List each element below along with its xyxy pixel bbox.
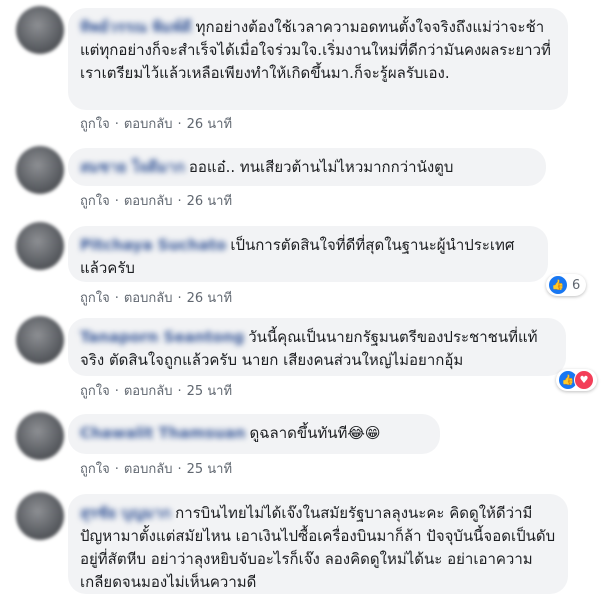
comment-author[interactable]: Tanaporn Seantong (80, 326, 244, 349)
comment-actions: ถูกใจ · ตอบกลับ · 25 นาที (80, 462, 233, 477)
comment-author[interactable]: Chawalit Thamsuan (80, 422, 246, 445)
comment-bubble: สมชาย ใจดีมาก ออแอ๋.. ทนเสียวต้านไม่ไหวมา… (68, 148, 546, 186)
comment-author[interactable]: สมชาย ใจดีมาก (80, 156, 185, 179)
reply-link[interactable]: ตอบกลับ (124, 462, 173, 477)
like-link[interactable]: ถูกใจ (80, 194, 110, 209)
like-link[interactable]: ถูกใจ (80, 291, 110, 306)
comment-text: ออแอ๋.. ทนเสียวต้านไม่ไหวมากกว่านังตูบ (188, 158, 454, 176)
comment-time[interactable]: 26 นาที (187, 117, 232, 132)
comment-bubble: สุรชัย บุญมาก การบินไทยไม่ได้เจ๊งในสมัยรั… (68, 494, 568, 594)
reactions-summary[interactable]: 👍 ♥ (556, 369, 597, 391)
reaction-count: 6 (572, 277, 581, 293)
comment-bubble: Pitchaya Suchato เป็นการตัดสินใจที่ดีที่ส… (68, 226, 548, 282)
comment-author[interactable]: สุรชัย บุญมาก (80, 502, 171, 525)
comment-time[interactable]: 25 นาที (187, 384, 232, 399)
avatar[interactable] (16, 6, 64, 54)
like-link[interactable]: ถูกใจ (80, 384, 110, 399)
reply-link[interactable]: ตอบกลับ (124, 194, 173, 209)
avatar[interactable] (16, 222, 64, 270)
reply-link[interactable]: ตอบกลับ (124, 117, 173, 132)
comment-bubble: ทิพย์วรรณ พิมพ์ดี ทุกอย่างต้องใช้เวลาความ… (68, 8, 568, 110)
reply-link[interactable]: ตอบกลับ (124, 384, 173, 399)
comment-actions: ถูกใจ · ตอบกลับ · 25 นาที (80, 384, 233, 399)
comment-text: ดูฉลาดขึ้นทันที (249, 424, 348, 442)
comment-time[interactable]: 25 นาที (187, 462, 232, 477)
emoji-laugh-icon: 😂😁 (347, 424, 381, 442)
avatar[interactable] (16, 316, 64, 364)
comment-time[interactable]: 26 นาที (187, 194, 232, 209)
comment-actions: ถูกใจ · ตอบกลับ · 26 นาที (80, 117, 233, 132)
avatar[interactable] (16, 146, 64, 194)
reply-link[interactable]: ตอบกลับ (124, 291, 173, 306)
avatar[interactable] (16, 412, 64, 460)
like-icon: 👍 (548, 275, 568, 295)
comment-actions: ถูกใจ · ตอบกลับ · 26 นาที (80, 291, 233, 306)
reactions-summary[interactable]: 👍 6 (546, 274, 587, 296)
comment-author[interactable]: Pitchaya Suchato (80, 234, 226, 257)
avatar[interactable] (16, 492, 64, 540)
like-link[interactable]: ถูกใจ (80, 462, 110, 477)
comment-bubble: Chawalit Thamsuan ดูฉลาดขึ้นทันที😂😁 (68, 414, 440, 454)
comment-bubble: Tanaporn Seantong วันนี้คุณเป็นนายกรัฐมนต… (68, 318, 566, 376)
love-icon: ♥ (574, 370, 594, 390)
like-link[interactable]: ถูกใจ (80, 117, 110, 132)
comment-actions: ถูกใจ · ตอบกลับ · 26 นาที (80, 194, 233, 209)
comment-time[interactable]: 26 นาที (187, 291, 232, 306)
comment-author[interactable]: ทิพย์วรรณ พิมพ์ดี (80, 16, 192, 39)
